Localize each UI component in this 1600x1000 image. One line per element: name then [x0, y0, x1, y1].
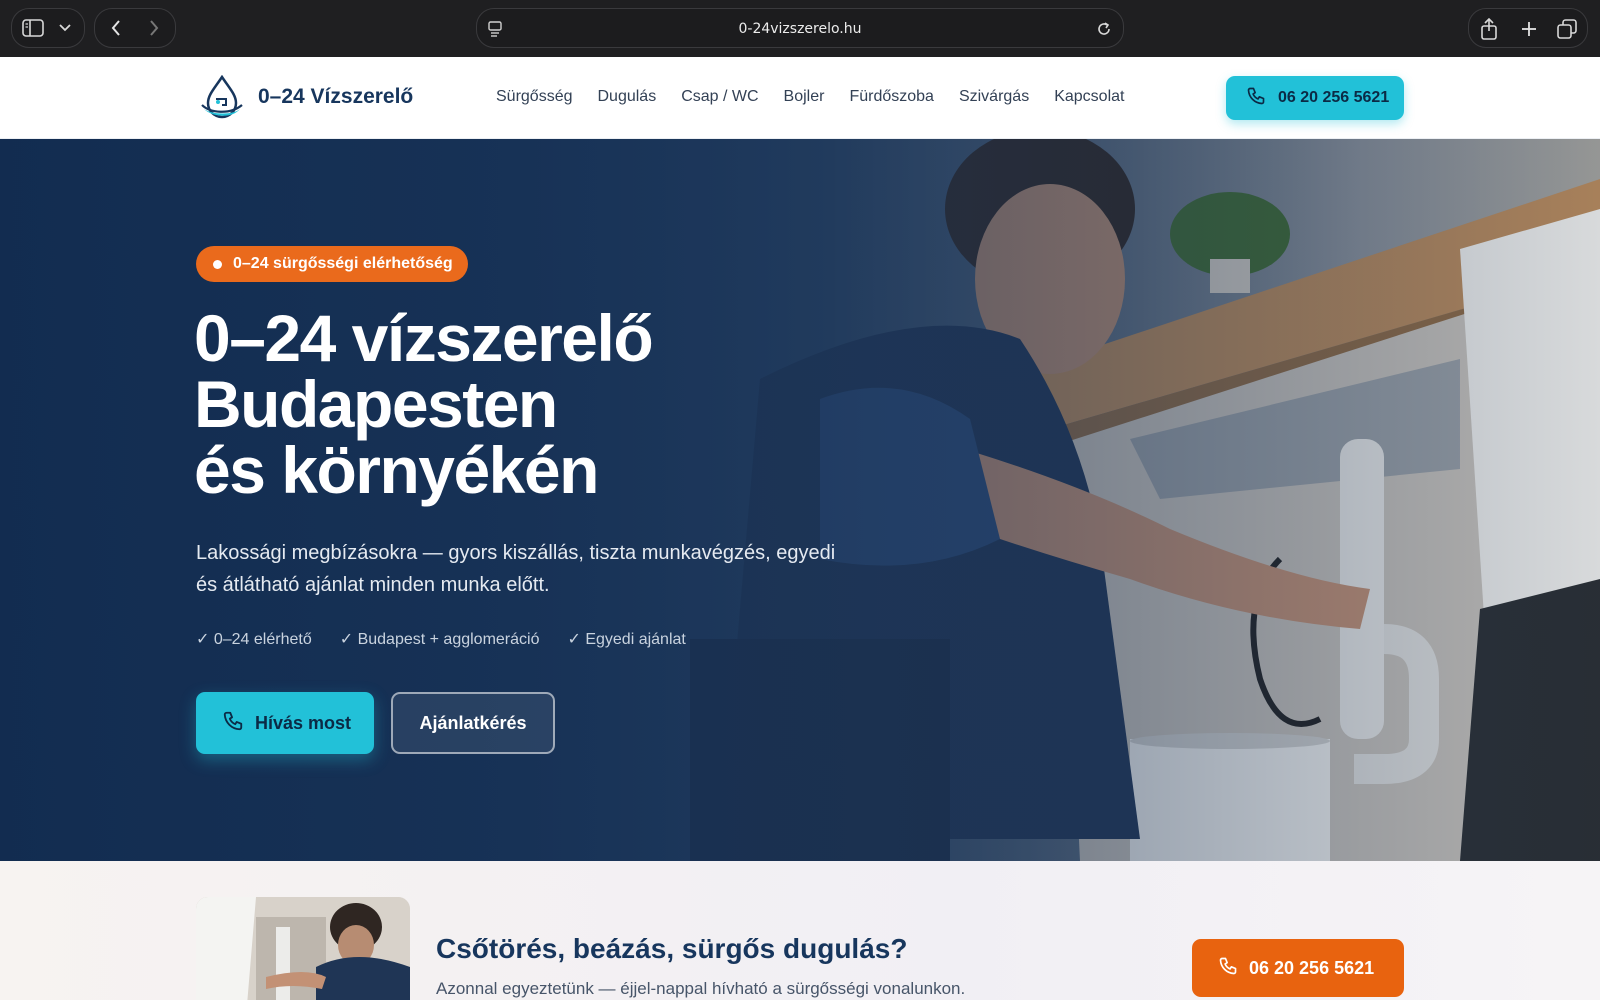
phone-icon: [1218, 956, 1238, 981]
sidebar-icon[interactable]: [22, 18, 44, 38]
chevron-down-icon[interactable]: [58, 20, 72, 36]
phone-icon: [1246, 86, 1266, 111]
feature-checks: ✓ 0–24 elérhető ✓ Budapest + agglomeráci…: [196, 629, 714, 649]
nav-link-furdoszoba[interactable]: Fürdőszoba: [849, 88, 934, 106]
quote-request-label: Ajánlatkérés: [419, 712, 527, 733]
quote-request-button[interactable]: Ajánlatkérés: [391, 692, 555, 754]
availability-badge: 0–24 sürgősségi elérhetőség: [196, 246, 468, 282]
nav-link-csap-wc[interactable]: Csap / WC: [681, 88, 758, 106]
tabs-icon[interactable]: [1557, 19, 1577, 39]
plumber-thumbnail: [196, 897, 410, 1000]
logo-icon[interactable]: [200, 74, 244, 121]
toolbar-actions: [1468, 8, 1588, 48]
header-call-label: 06 20 256 5621: [1278, 89, 1390, 106]
call-now-label: Hívás most: [255, 712, 352, 733]
nav-link-szivargas[interactable]: Szivárgás: [959, 88, 1029, 106]
nav-link-bojler[interactable]: Bojler: [784, 88, 825, 106]
availability-badge-label: 0–24 sürgősségi elérhetőség: [233, 255, 453, 272]
url-text[interactable]: 0-24vizszerelo.hu: [477, 21, 1123, 37]
feature-check: ✓ Budapest + agglomeráció: [339, 631, 540, 648]
back-icon[interactable]: [107, 19, 125, 37]
site-header: 0–24 Vízszerelő Sürgősség Dugulás Csap /…: [0, 57, 1600, 139]
call-now-button[interactable]: Hívás most: [196, 692, 374, 754]
headline-line-3: és környékén: [194, 433, 599, 507]
main-menu: Sürgősség Dugulás Csap / WC Bojler Fürdő…: [496, 88, 1149, 106]
emergency-subtitle: Azonnal egyeztetünk — éjjel-nappal hívha…: [436, 979, 966, 998]
share-icon[interactable]: [1479, 18, 1499, 40]
emergency-call-button[interactable]: 06 20 256 5621: [1192, 939, 1404, 997]
browser-toolbar: 0-24vizszerelo.hu: [0, 0, 1600, 57]
emergency-strip: Csőtörés, beázás, sürgős dugulás? Azonna…: [0, 861, 1600, 1000]
sidebar-toggle-group[interactable]: [11, 8, 85, 48]
nav-link-dugulas[interactable]: Dugulás: [598, 88, 657, 106]
headline-line-2: Budapesten: [194, 367, 558, 441]
dot-icon: [213, 259, 222, 269]
feature-check: ✓ Egyedi ajánlat: [567, 631, 686, 648]
hero-section: 0–24 sürgősségi elérhetőség 0–24 vízszer…: [0, 139, 1600, 861]
hero-headline: 0–24 vízszerelő Budapesten és környékén: [194, 305, 894, 503]
feature-check: ✓ 0–24 elérhető: [196, 631, 312, 648]
nav-link-surgosseg[interactable]: Sürgősség: [496, 88, 573, 106]
forward-icon[interactable]: [145, 19, 163, 37]
header-call-button[interactable]: 06 20 256 5621: [1226, 76, 1404, 120]
new-tab-icon[interactable]: [1519, 19, 1539, 39]
emergency-title: Csőtörés, beázás, sürgős dugulás?: [436, 933, 908, 964]
hero-subtitle: Lakossági megbízásokra — gyors kiszállás…: [196, 542, 836, 596]
headline-line-1: 0–24 vízszerelő: [194, 301, 654, 375]
history-nav-group: [94, 8, 176, 48]
address-bar[interactable]: 0-24vizszerelo.hu: [476, 8, 1124, 48]
brand-name[interactable]: 0–24 Vízszerelő: [258, 85, 413, 109]
emergency-call-label: 06 20 256 5621: [1249, 957, 1375, 978]
nav-link-kapcsolat[interactable]: Kapcsolat: [1054, 88, 1124, 106]
reload-icon[interactable]: [1095, 20, 1113, 38]
phone-icon: [222, 710, 244, 737]
